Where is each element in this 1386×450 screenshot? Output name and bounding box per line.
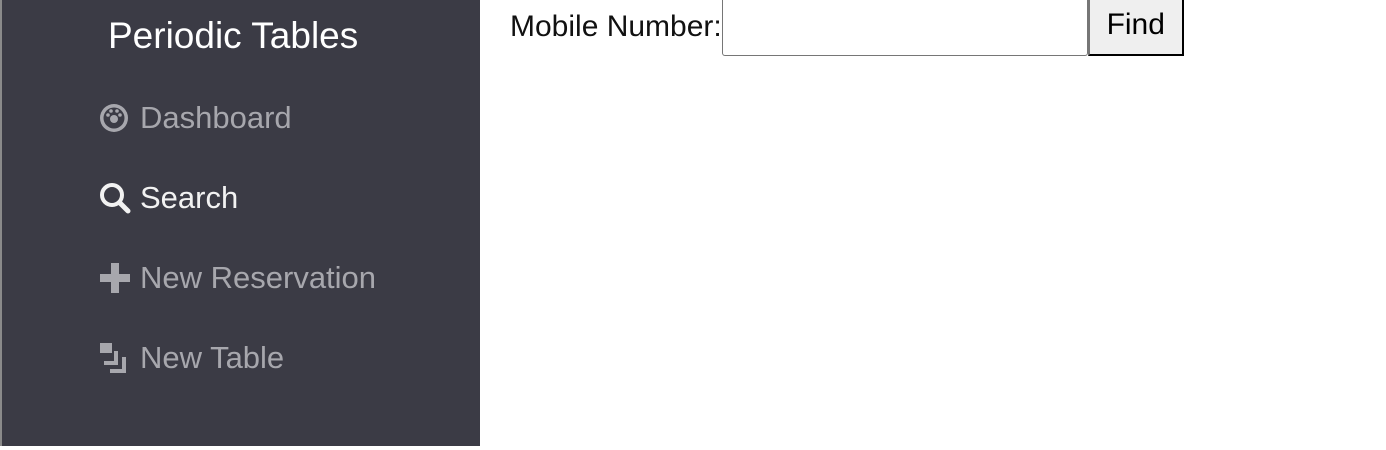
search-form: Mobile Number: Find (510, 0, 1184, 56)
mobile-number-label: Mobile Number: (510, 10, 722, 43)
search-icon (98, 180, 134, 216)
sidebar-item-dashboard[interactable]: Dashboard (98, 98, 292, 138)
mobile-number-input[interactable] (721, 0, 1088, 56)
brand-title[interactable]: Periodic Tables (108, 14, 358, 58)
sidebar-item-label: New Reservation (140, 260, 377, 295)
sidebar-item-label: Dashboard (140, 100, 292, 135)
sidebar-item-new-table[interactable]: New Table (98, 338, 284, 378)
layers-icon (98, 340, 134, 376)
sidebar: Periodic Tables Dashboard Search New Res… (0, 0, 480, 446)
sidebar-item-search[interactable]: Search (98, 178, 238, 218)
sidebar-item-label: New Table (140, 340, 285, 375)
plus-icon (98, 260, 134, 296)
sidebar-item-label: Search (140, 180, 239, 215)
sidebar-item-new-reservation[interactable]: New Reservation (98, 258, 376, 298)
dashboard-icon (98, 100, 134, 136)
find-button[interactable]: Find (1087, 0, 1184, 56)
